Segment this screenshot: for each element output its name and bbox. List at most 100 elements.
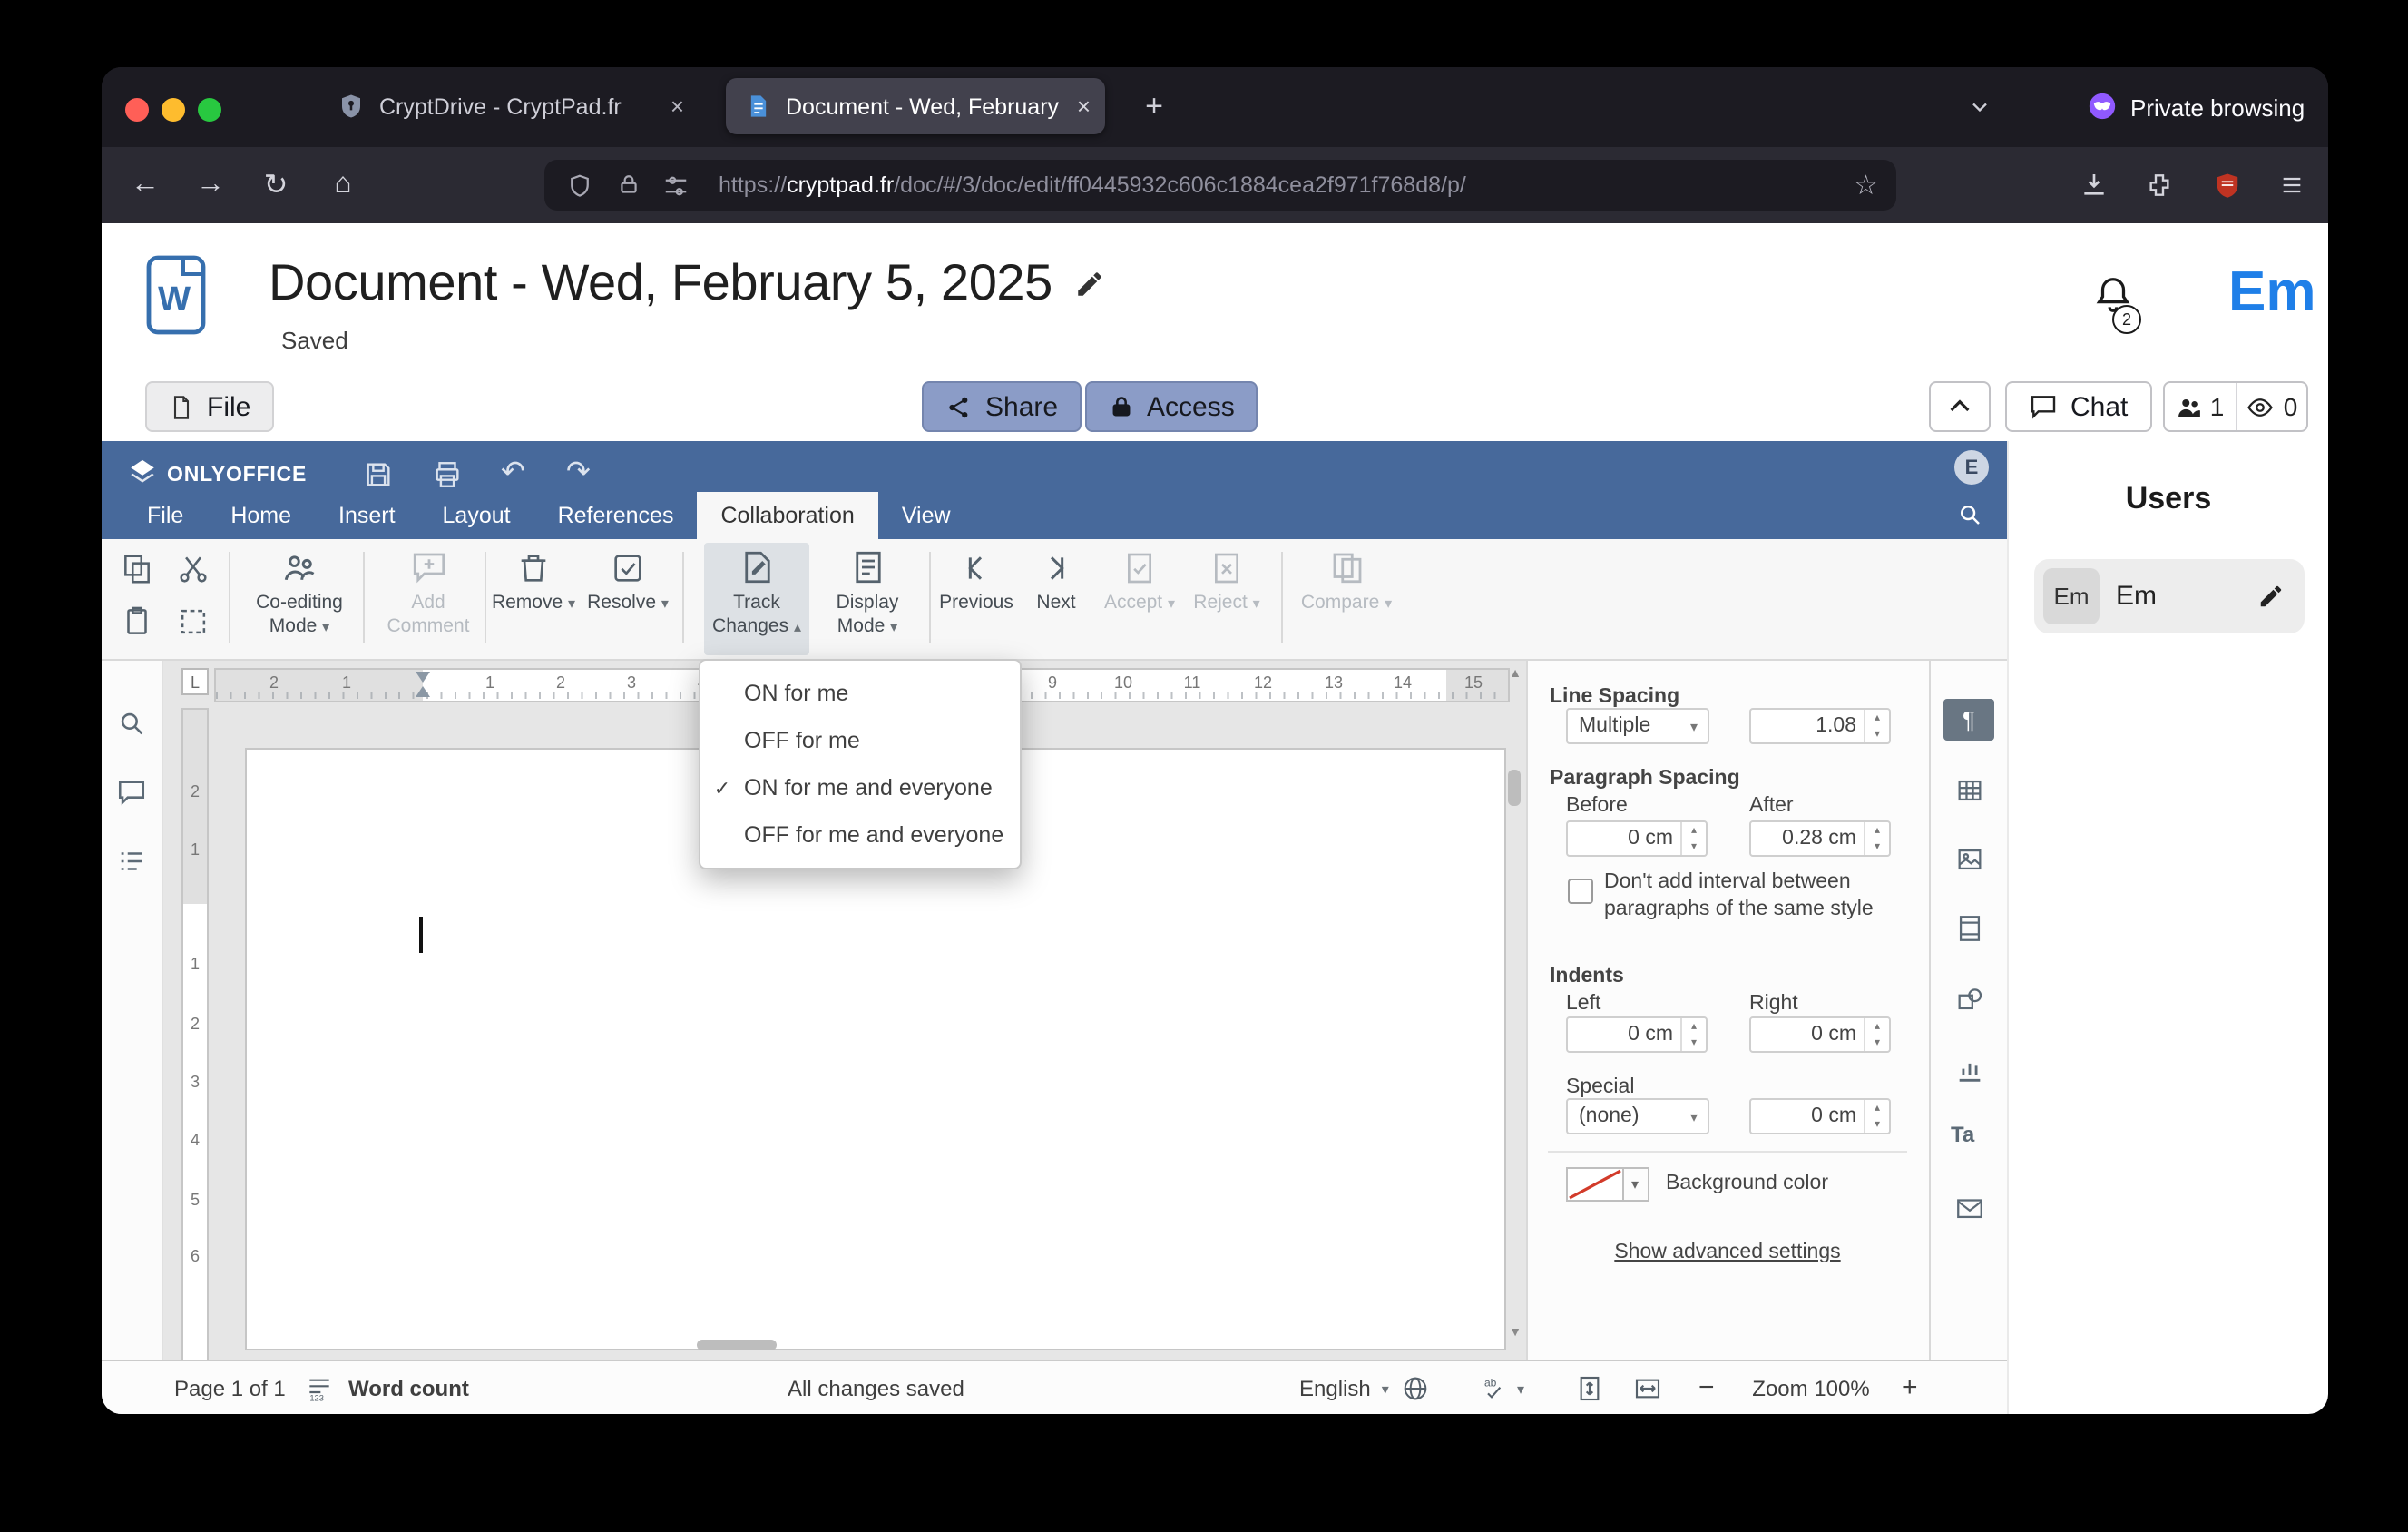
tab-document[interactable]: Document - Wed, February 5, 2 × <box>726 78 1105 134</box>
editor-avatar[interactable]: E <box>1954 450 1989 485</box>
menu-item-on-for-me[interactable]: ON for me <box>700 670 1020 717</box>
tab-insert[interactable]: Insert <box>315 492 419 539</box>
viewers-count-segment[interactable]: 0 <box>2235 383 2306 430</box>
coediting-mode-button[interactable]: Co-editing Mode ▾ <box>247 543 352 655</box>
user-avatar-initials[interactable]: Em <box>2228 260 2316 325</box>
add-comment-button[interactable]: Add Comment <box>377 543 479 655</box>
bookmark-star-icon[interactable]: ☆ <box>1854 169 1878 201</box>
text-art-settings-tab[interactable]: Ta <box>1951 1122 1974 1147</box>
document-language-globe-icon[interactable] <box>1401 1374 1430 1403</box>
scroll-down-icon[interactable]: ▼ <box>1506 1327 1524 1340</box>
menu-item-off-for-everyone[interactable]: OFF for me and everyone <box>700 811 1020 859</box>
resolve-button[interactable]: Resolve ▾ <box>584 543 671 655</box>
language-selector[interactable]: English ▾ <box>1299 1361 1389 1414</box>
spacing-after-spinner[interactable]: 0.28 cm ▴ ▾ <box>1749 820 1891 857</box>
page-indicator[interactable]: Page 1 of 1 <box>174 1376 286 1401</box>
traffic-light-close[interactable] <box>125 98 149 122</box>
line-spacing-amount-spinner[interactable]: 1.08 ▴ ▾ <box>1749 708 1891 744</box>
tab-layout[interactable]: Layout <box>419 492 534 539</box>
zoom-level[interactable]: Zoom 100% <box>1735 1376 1887 1401</box>
spinner-down-icon[interactable]: ▾ <box>1865 726 1889 742</box>
spinner-up-icon[interactable]: ▴ <box>1865 710 1889 726</box>
traffic-light-zoom[interactable] <box>198 98 221 122</box>
spinner-down-icon[interactable]: ▾ <box>1865 839 1889 855</box>
header-footer-settings-tab[interactable] <box>1954 913 1985 944</box>
interval-checkbox[interactable] <box>1568 879 1593 904</box>
close-icon[interactable]: × <box>671 93 684 120</box>
spinner-down-icon[interactable]: ▾ <box>1865 1035 1889 1051</box>
spellcheck-toggle[interactable]: ab ▾ <box>1481 1361 1524 1414</box>
advanced-settings-link-text[interactable]: Show advanced settings <box>1614 1242 1840 1263</box>
url-bar[interactable]: https://cryptpad.fr/doc/#/3/doc/edit/ff0… <box>544 160 1896 211</box>
tab-view[interactable]: View <box>878 492 974 539</box>
navigation-headings-icon[interactable] <box>116 846 147 877</box>
mail-merge-settings-tab[interactable] <box>1954 1193 1985 1223</box>
list-all-tabs-chevron-icon[interactable] <box>1967 94 1992 120</box>
collapse-toolbar-button[interactable] <box>1929 381 1991 432</box>
spinner-up-icon[interactable]: ▴ <box>1682 1018 1706 1035</box>
scroll-up-icon[interactable]: ▲ <box>1506 668 1524 681</box>
fit-width-icon[interactable] <box>1633 1374 1662 1403</box>
vertical-scrollbar[interactable]: ▲ ▼ <box>1506 668 1524 1352</box>
select-all-icon[interactable] <box>176 604 210 639</box>
downloads-icon[interactable] <box>2067 158 2121 212</box>
background-color-swatch[interactable] <box>1566 1167 1624 1202</box>
indent-left-spinner[interactable]: 0 cm ▴ ▾ <box>1566 1016 1708 1053</box>
edit-name-pencil-icon[interactable] <box>2257 583 2285 610</box>
paragraph-settings-tab[interactable]: ¶ <box>1943 699 1994 741</box>
track-changes-button[interactable]: Track Changes ▴ <box>704 543 809 655</box>
spinner-up-icon[interactable]: ▴ <box>1682 822 1706 839</box>
reject-button[interactable]: Reject ▾ <box>1187 543 1267 655</box>
tab-cryptdrive[interactable]: CryptDrive - CryptPad.fr × <box>318 78 699 134</box>
spinner-down-icon[interactable]: ▾ <box>1682 839 1706 855</box>
participants-counter[interactable]: 1 0 <box>2163 381 2308 432</box>
redo-icon[interactable]: ↷ <box>566 454 591 490</box>
copy-icon[interactable] <box>120 552 154 586</box>
spinner-down-icon[interactable]: ▾ <box>1682 1035 1706 1051</box>
zoom-in-icon[interactable]: + <box>1902 1372 1918 1403</box>
menu-item-on-for-everyone[interactable]: ✓ ON for me and everyone <box>700 764 1020 811</box>
new-tab-button[interactable]: + <box>1132 85 1176 129</box>
menu-item-off-for-me[interactable]: OFF for me <box>700 717 1020 764</box>
advanced-settings-link[interactable]: Show advanced settings <box>1528 1242 1927 1263</box>
forward-icon[interactable]: → <box>183 158 238 212</box>
zoom-out-icon[interactable]: − <box>1698 1372 1715 1403</box>
home-icon[interactable]: ⌂ <box>316 158 370 212</box>
comments-icon[interactable] <box>116 777 147 808</box>
tab-collaboration[interactable]: Collaboration <box>697 492 878 539</box>
line-spacing-select[interactable]: Multiple ▾ <box>1566 708 1709 744</box>
lock-icon[interactable] <box>617 172 641 198</box>
vertical-ruler[interactable]: 2 1 1 2 3 4 5 6 <box>181 708 209 1360</box>
image-settings-tab[interactable] <box>1954 844 1985 875</box>
spinner-up-icon[interactable]: ▴ <box>1865 822 1889 839</box>
shape-settings-tab[interactable] <box>1954 984 1985 1015</box>
tab-stop-selector[interactable]: L <box>181 668 209 695</box>
word-count-label[interactable]: Word count <box>348 1376 469 1401</box>
compare-button[interactable]: Compare ▾ <box>1299 543 1394 655</box>
indent-right-spinner[interactable]: 0 cm ▴ ▾ <box>1749 1016 1891 1053</box>
interval-checkbox-label[interactable]: Don't add interval between paragraphs of… <box>1604 869 1909 922</box>
tab-references[interactable]: References <box>534 492 698 539</box>
access-button[interactable]: Access <box>1085 381 1258 432</box>
background-color-dropdown[interactable]: ▾ <box>1622 1167 1649 1202</box>
spinner-up-icon[interactable]: ▴ <box>1865 1018 1889 1035</box>
accept-button[interactable]: Accept ▾ <box>1100 543 1180 655</box>
print-icon[interactable] <box>432 459 463 490</box>
menu-icon[interactable] <box>2265 158 2319 212</box>
remove-button[interactable]: Remove ▾ <box>490 543 577 655</box>
save-icon[interactable] <box>363 459 394 490</box>
spacing-before-spinner[interactable]: 0 cm ▴ ▾ <box>1566 820 1708 857</box>
close-icon[interactable]: × <box>1077 93 1091 120</box>
editors-count-segment[interactable]: 1 <box>2165 383 2235 430</box>
share-button[interactable]: Share <box>922 381 1082 432</box>
permissions-icon[interactable] <box>662 172 690 199</box>
back-icon[interactable]: ← <box>118 158 172 212</box>
tab-file[interactable]: File <box>123 492 207 539</box>
cut-icon[interactable] <box>176 552 210 586</box>
hanging-indent-marker[interactable] <box>416 686 430 697</box>
edit-title-pencil-icon[interactable] <box>1074 268 1105 299</box>
next-change-button[interactable]: Next <box>1020 543 1092 655</box>
ublock-icon[interactable] <box>2199 158 2254 212</box>
previous-change-button[interactable]: Previous <box>936 543 1016 655</box>
tab-home[interactable]: Home <box>207 492 315 539</box>
